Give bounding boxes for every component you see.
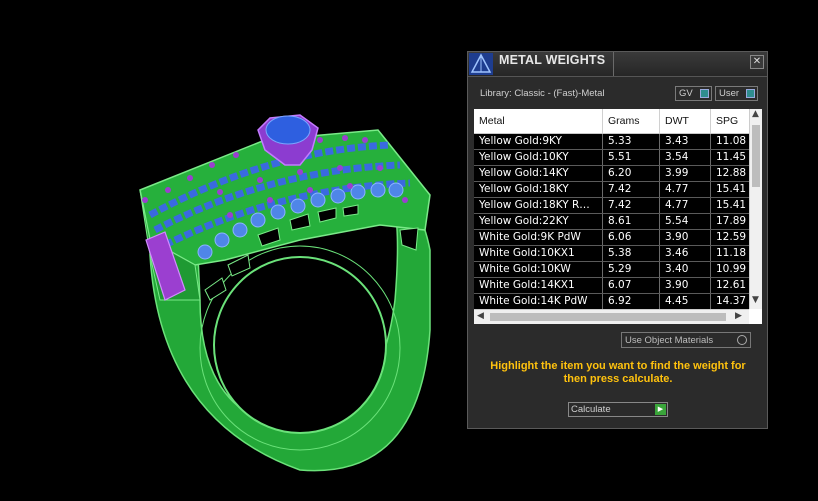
cell-spg: 11.18 [711,246,749,261]
table-row[interactable]: Yellow Gold:18KY R… 7.42 4.77 15.41 [474,198,749,214]
cell-metal: White Gold:14K PdW [474,294,603,309]
cell-spg: 17.89 [711,214,749,229]
horizontal-scrollbar[interactable]: ◀ ▶ [474,309,749,324]
scroll-down-icon[interactable]: ▼ [752,295,759,305]
table-row[interactable]: Yellow Gold:22KY 8.61 5.54 17.89 [474,214,749,230]
cell-metal: White Gold:10KX1 [474,246,603,261]
table-row[interactable]: White Gold:14K PdW 6.92 4.45 14.37 [474,294,749,309]
cell-spg: 10.99 [711,262,749,277]
cell-dwt: 5.54 [660,214,711,229]
cell-dwt: 3.40 [660,262,711,277]
table-row[interactable]: White Gold:14KX1 6.07 3.90 12.61 [474,278,749,294]
cell-metal: White Gold:14KX1 [474,278,603,293]
cell-grams: 5.33 [603,134,660,149]
cell-metal: White Gold:10KW [474,262,603,277]
cell-dwt: 3.90 [660,230,711,245]
cell-dwt: 3.99 [660,166,711,181]
cell-metal: Yellow Gold:9KY [474,134,603,149]
cell-dwt: 3.54 [660,150,711,165]
ring-inner-hole [213,256,387,434]
table-header: Metal Grams DWT SPG [474,109,751,134]
cell-spg: 15.41 [711,182,749,197]
title-tab: METAL WEIGHTS [494,52,614,76]
use-object-materials-label: Use Object Materials [625,335,714,346]
metal-table: Metal Grams DWT SPG Yellow Gold:9KY 5.33 3… [474,109,762,324]
cell-grams: 6.07 [603,278,660,293]
use-object-materials-toggle[interactable]: Use Object Materials [621,332,751,348]
cell-metal: Yellow Gold:22KY [474,214,603,229]
cell-grams: 5.29 [603,262,660,277]
metal-weights-panel: METAL WEIGHTS ✕ Library: Classic - (Fast… [467,51,768,429]
cell-spg: 12.59 [711,230,749,245]
cell-grams: 7.42 [603,198,660,213]
user-label: User [719,88,740,99]
vertical-scrollbar[interactable]: ▲ ▼ [749,109,762,309]
cell-spg: 15.41 [711,198,749,213]
instruction-text: Highlight the item you want to find the … [490,360,746,385]
cell-spg: 11.08 [711,134,749,149]
column-header-metal[interactable]: Metal [474,109,603,133]
panel-title: METAL WEIGHTS [499,53,606,67]
calculate-label: Calculate [571,404,611,415]
cell-spg: 12.88 [711,166,749,181]
toggle-indicator-icon [700,89,709,98]
panel-titlebar[interactable]: METAL WEIGHTS ✕ [468,52,767,77]
scroll-up-icon[interactable]: ▲ [752,109,759,119]
library-label: Library: Classic - (Fast)-Metal [480,88,605,99]
cell-grams: 5.38 [603,246,660,261]
cell-metal: Yellow Gold:18KY R… [474,198,603,213]
cell-dwt: 4.77 [660,198,711,213]
cell-spg: 12.61 [711,278,749,293]
toggle-indicator-icon [746,89,755,98]
logo-icon [469,53,493,75]
user-toggle[interactable]: User [715,86,758,101]
cell-dwt: 3.43 [660,134,711,149]
column-header-spg[interactable]: SPG [711,109,751,133]
gv-label: GV [679,88,693,99]
cell-metal: Yellow Gold:14KY [474,166,603,181]
gv-toggle[interactable]: GV [675,86,712,101]
table-row[interactable]: Yellow Gold:14KY 6.20 3.99 12.88 [474,166,749,182]
cell-metal: White Gold:9K PdW [474,230,603,245]
scroll-left-icon[interactable]: ◀ [477,311,484,321]
cell-metal: Yellow Gold:10KY [474,150,603,165]
cell-dwt: 4.45 [660,294,711,309]
table-row[interactable]: Yellow Gold:9KY 5.33 3.43 11.08 [474,134,749,150]
table-row[interactable]: White Gold:9K PdW 6.06 3.90 12.59 [474,230,749,246]
column-header-grams[interactable]: Grams [603,109,660,133]
table-row[interactable]: White Gold:10KX1 5.38 3.46 11.18 [474,246,749,262]
cell-dwt: 4.77 [660,182,711,197]
cell-grams: 6.20 [603,166,660,181]
ring-model [139,114,431,472]
cell-dwt: 3.46 [660,246,711,261]
table-body: Yellow Gold:9KY 5.33 3.43 11.08 Yellow Gold:… [474,134,749,309]
cell-metal: Yellow Gold:18KY [474,182,603,197]
calculate-button[interactable]: Calculate ▶ [568,402,668,417]
cell-spg: 14.37 [711,294,749,309]
scroll-right-icon[interactable]: ▶ [735,311,742,321]
cell-grams: 8.61 [603,214,660,229]
cell-grams: 7.42 [603,182,660,197]
cell-grams: 5.51 [603,150,660,165]
cell-grams: 6.92 [603,294,660,309]
table-row[interactable]: Yellow Gold:10KY 5.51 3.54 11.45 [474,150,749,166]
cell-dwt: 3.90 [660,278,711,293]
close-icon[interactable]: ✕ [750,55,764,69]
cell-grams: 6.06 [603,230,660,245]
column-header-dwt[interactable]: DWT [660,109,711,133]
scroll-thumb[interactable] [490,313,726,321]
go-icon: ▶ [655,404,666,415]
table-row[interactable]: Yellow Gold:18KY 7.42 4.77 15.41 [474,182,749,198]
radio-icon [737,335,747,345]
cell-spg: 11.45 [711,150,749,165]
table-row[interactable]: White Gold:10KW 5.29 3.40 10.99 [474,262,749,278]
scroll-thumb[interactable] [752,125,760,187]
